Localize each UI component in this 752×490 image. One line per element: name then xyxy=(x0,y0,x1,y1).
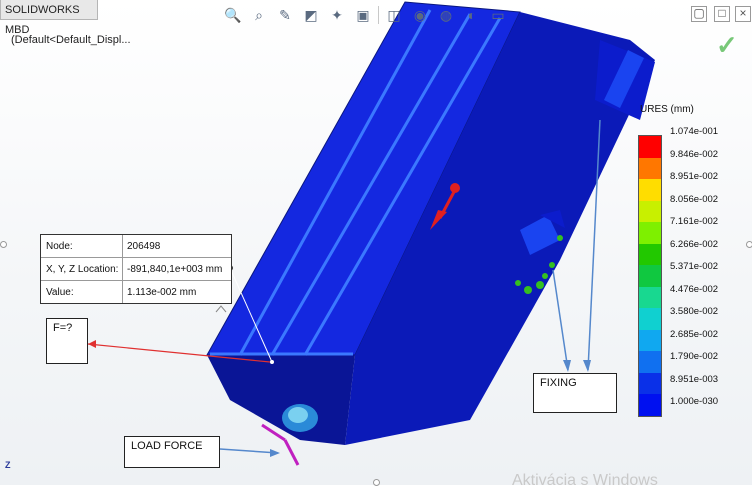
legend-segment xyxy=(639,179,661,201)
configuration-label[interactable]: (Default<Default_Displ... xyxy=(11,34,131,46)
display-style-icon[interactable]: ▣ xyxy=(352,4,374,26)
view-orientation-icon[interactable]: ◫ xyxy=(383,4,405,26)
close-window-icon[interactable]: × xyxy=(735,6,751,22)
legend-label: 3.580e-002 xyxy=(670,306,719,317)
legend-segment xyxy=(639,351,661,373)
legend-label: 6.266e-002 xyxy=(670,238,719,250)
probe-xyz-value: -891,840,1e+003 mm xyxy=(127,263,223,275)
section-view-icon[interactable]: ◩ xyxy=(300,4,322,26)
graphics-viewport[interactable]: SOLIDWORKS MBD (Default<Default_Displ...… xyxy=(0,0,752,489)
fixing-note: FIXING xyxy=(533,373,617,413)
legend-segment xyxy=(639,136,661,158)
force-question-note: F=? xyxy=(46,318,88,364)
legend-segment xyxy=(639,286,661,309)
legend-label: 2.685e-002 xyxy=(670,328,719,340)
zoom-to-fit-icon[interactable]: 🔍 xyxy=(222,4,244,26)
legend-label: 9.846e-002 xyxy=(670,148,719,160)
legend-segment xyxy=(639,200,661,223)
probe-value-label: Value: xyxy=(41,281,123,303)
legend-label: 8.951e-002 xyxy=(670,171,719,182)
legend-segment xyxy=(639,265,661,287)
legend-label: 1.000e-030 xyxy=(670,396,719,407)
legend-label: 8.056e-002 xyxy=(670,193,719,205)
view-settings-icon[interactable]: ✦ xyxy=(326,4,348,26)
model-front-face xyxy=(207,355,355,445)
legend-color-bar xyxy=(638,135,662,417)
probe-xyz-label: X, Y, Z Location: xyxy=(41,258,123,280)
probe-node-label: Node: xyxy=(41,235,123,257)
legend-segment xyxy=(639,243,661,266)
heads-up-toolbar: 🔍 ⌕ ✎ ◩ ✦ ▣ ◫ ◉ ◍ ◐ ▭ xyxy=(222,4,509,26)
probe-value-value: 1.113e-002 mm xyxy=(127,286,197,298)
probe-result-box: Node: 206498 X, Y, Z Location: -891,840,1e… xyxy=(40,234,232,304)
legend-label: 4.476e-002 xyxy=(670,283,719,295)
tab-solidworks-mbd[interactable]: SOLIDWORKS MBD xyxy=(0,0,98,36)
scene-icon[interactable]: ◐ xyxy=(461,4,483,26)
activation-watermark: Aktivácia s Windows xyxy=(512,472,658,489)
display-settings-icon[interactable]: ▭ xyxy=(487,4,509,26)
legend-label: 8.951e-003 xyxy=(670,373,719,385)
legend-title: URES (mm) xyxy=(640,104,694,115)
appearance-icon[interactable]: ◍ xyxy=(435,4,457,26)
legend-segment xyxy=(639,308,661,330)
restore-window-icon[interactable]: ▢ xyxy=(691,6,707,22)
tile-window-icon[interactable]: □ xyxy=(714,6,730,22)
legend-segment xyxy=(639,372,661,395)
legend-label: 5.371e-002 xyxy=(670,261,719,272)
zoom-area-icon[interactable]: ⌕ xyxy=(248,4,270,26)
previous-view-icon[interactable]: ✎ xyxy=(274,4,296,26)
confirm-check-icon[interactable]: ✓ xyxy=(716,30,738,61)
legend-segment xyxy=(639,157,661,180)
reference-triad-icon: Z xyxy=(5,460,11,470)
hide-show-icon[interactable]: ◉ xyxy=(409,4,431,26)
resize-handle-right[interactable] xyxy=(746,241,752,248)
resize-handle-left[interactable] xyxy=(0,241,7,248)
legend-label: 1.074e-001 xyxy=(670,126,719,137)
legend-segment xyxy=(639,222,661,244)
legend-label: 1.790e-002 xyxy=(670,351,719,362)
load-force-note: LOAD FORCE xyxy=(124,436,220,468)
legend-segment xyxy=(639,394,661,416)
probe-node-value: 206498 xyxy=(127,240,161,252)
legend-label: 7.161e-002 xyxy=(670,216,719,227)
legend-segment xyxy=(639,329,661,352)
